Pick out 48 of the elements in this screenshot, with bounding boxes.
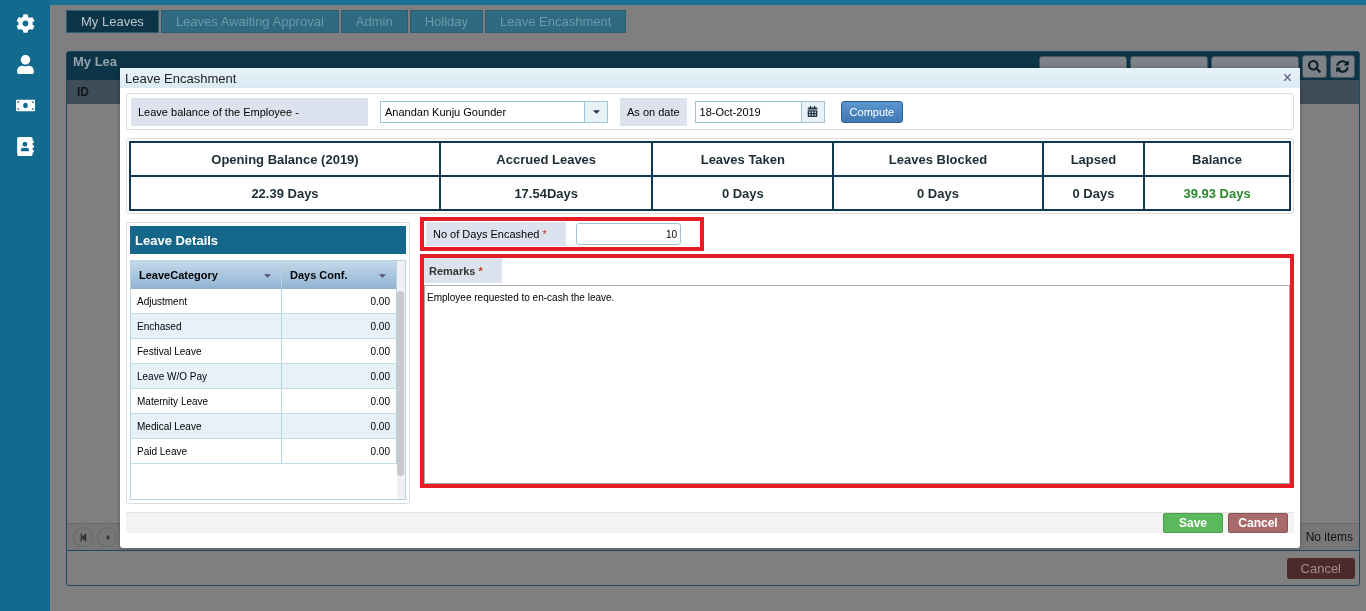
remarks-field[interactable]: Employee requested to en-cash the leave. xyxy=(424,285,1290,484)
refresh-icon xyxy=(1336,59,1349,73)
dialog-title: Leave Encashment xyxy=(125,70,237,86)
days-encashed-label: No of Days Encashed * xyxy=(426,222,566,246)
calendar-icon[interactable] xyxy=(800,101,824,122)
date-field[interactable]: 18-Oct-2019 xyxy=(694,100,825,123)
summary-heading: Opening Balance (2019) xyxy=(130,142,440,176)
compute-button[interactable]: Compute xyxy=(840,100,904,123)
remarks-label: Remarks * xyxy=(424,258,502,283)
refresh-button[interactable] xyxy=(1330,54,1355,78)
user-icon[interactable] xyxy=(15,55,35,74)
panel-title: Leave Details xyxy=(130,226,406,254)
days-encashed-field[interactable]: 10 xyxy=(576,223,681,245)
cancel-button[interactable]: Cancel xyxy=(1228,513,1288,533)
table-cell: Maternity Leave xyxy=(131,389,282,413)
summary-heading: Leaves Blocked xyxy=(833,142,1043,176)
panel-title: My Lea xyxy=(73,54,118,69)
table-cell: Enchased xyxy=(131,314,282,338)
tab[interactable]: My Leaves xyxy=(66,10,159,33)
search-icon xyxy=(1308,59,1321,73)
summary-heading: Leaves Taken xyxy=(652,142,834,176)
summary-heading: Lapsed xyxy=(1042,142,1145,176)
contact-book-icon[interactable] xyxy=(15,137,35,156)
save-button[interactable]: Save xyxy=(1163,513,1223,533)
close-button[interactable]: × xyxy=(1282,69,1292,87)
table-cell: Leave W/O Pay xyxy=(131,364,282,388)
pager-status: No items xyxy=(1305,530,1353,544)
summary-value: 17.54Days xyxy=(440,176,653,210)
employee-dropdown[interactable]: Anandan Kunju Gounder xyxy=(380,100,608,123)
caret-icon xyxy=(584,101,607,122)
summary-value: 0 Days xyxy=(652,176,834,210)
summary-value: 0 Days xyxy=(1042,176,1145,210)
summary-value: 39.93 Days xyxy=(1144,176,1290,210)
table-cell: Adjustment xyxy=(131,289,282,313)
table-cell: Festival Leave xyxy=(131,339,282,363)
summary-value: 0 Days xyxy=(833,176,1043,210)
date-label: As on date xyxy=(620,97,687,126)
table-cell: Medical Leave xyxy=(131,414,282,438)
table-cell: Paid Leave xyxy=(131,439,282,463)
settings-icon[interactable] xyxy=(15,14,35,33)
first-page-icon xyxy=(78,532,88,542)
cancel-button[interactable]: Cancel xyxy=(1286,557,1355,579)
search-button[interactable] xyxy=(1302,54,1327,78)
employee-label: Leave balance of the Employee - xyxy=(131,97,368,126)
summary-heading: Balance xyxy=(1144,142,1290,176)
summary-heading: Accrued Leaves xyxy=(440,142,653,176)
summary-value: 22.39 Days xyxy=(130,176,440,210)
scrollbar[interactable] xyxy=(397,261,405,499)
